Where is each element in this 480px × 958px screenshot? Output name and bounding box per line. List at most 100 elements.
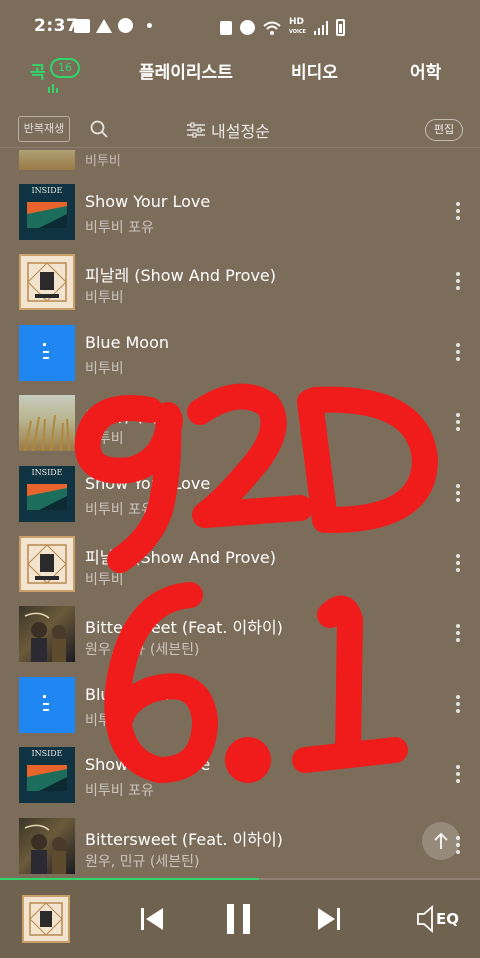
song-title: Show Your Love — [85, 192, 211, 211]
song-title: Blue Moon — [85, 332, 170, 352]
list-toolbar: 반복재생 내설정순 편집 — [0, 110, 480, 148]
song-artist: 비투비 — [85, 712, 124, 729]
edit-button[interactable]: 편집 — [425, 119, 463, 141]
gallery-icon — [74, 18, 90, 33]
signal-icon — [313, 20, 328, 35]
song-artist: 원우, 민규 (세븐틴) — [85, 853, 200, 870]
song-count-badge: 16 — [50, 58, 80, 78]
alarm-icon — [118, 18, 133, 33]
battery-icon — [335, 19, 345, 36]
sort-sliders-icon — [187, 122, 205, 138]
song-artist: 비투비 포유 — [85, 220, 154, 236]
speaker-icon — [417, 905, 433, 933]
mini-player: EQ — [0, 880, 480, 958]
song-artist: 비투비 — [85, 290, 124, 307]
eq-label: EQ — [436, 910, 459, 928]
album-finale-icon — [27, 262, 67, 303]
song-artist: 비투비 — [85, 154, 121, 169]
album-finale-icon — [27, 544, 67, 584]
album-finale-icon — [29, 902, 63, 936]
more-options-button[interactable] — [451, 694, 465, 717]
album-wheat-art — [19, 150, 75, 170]
song-title: Bittersweet (Feat. 이하이) — [85, 829, 283, 849]
tab-language[interactable]: 어학 — [410, 58, 441, 83]
album-blue-moon-icon — [43, 342, 49, 359]
album-inside-icon — [27, 202, 67, 228]
list-item[interactable]: 피날레 (Show And Prove) 비투비 — [0, 536, 480, 606]
song-title: 피날레 (Show And Prove) — [85, 266, 277, 286]
pause-button[interactable] — [224, 904, 254, 934]
album-blue-moon-art — [19, 676, 75, 733]
song-artist: 비투비 — [85, 572, 124, 588]
list-item[interactable]: Blue Moon 비투비 — [0, 676, 480, 747]
repeat-button[interactable]: 반복재생 — [18, 116, 70, 142]
album-finale-art — [19, 536, 75, 592]
sort-label: 내설정순 — [211, 122, 270, 141]
song-artist: 비투비 포유 — [85, 501, 154, 518]
alarm-clock-icon — [240, 20, 255, 35]
song-title: 그리워하다 — [85, 407, 159, 427]
hd-voice-badge: HD VOICE — [289, 17, 306, 36]
tab-playlists[interactable]: 플레이리스트 — [139, 58, 233, 83]
song-title: 피날레 (Show And Prove) — [85, 548, 277, 567]
lock-icon — [220, 20, 232, 35]
warning-icon — [96, 18, 112, 33]
album-wheat-art — [19, 395, 75, 452]
more-options-button[interactable] — [451, 765, 465, 787]
album-bittersweet-icon — [24, 824, 66, 874]
more-options-button[interactable] — [451, 483, 465, 506]
album-inside-art: INSIDE — [19, 747, 75, 804]
album-wheat-icon — [24, 415, 70, 452]
album-blue-moon-art — [19, 324, 75, 381]
list-item[interactable]: Blue Moon 비투비 — [0, 324, 480, 395]
album-blue-moon-icon — [43, 694, 49, 711]
album-bittersweet-art — [19, 817, 75, 874]
album-finale-art — [19, 254, 75, 311]
status-bar: 2:37 HD VOICE — [0, 0, 480, 48]
more-options-button[interactable] — [451, 202, 465, 224]
tab-videos[interactable]: 비디오 — [291, 58, 338, 83]
album-inside-icon — [27, 483, 67, 510]
album-bittersweet-art — [19, 606, 75, 663]
album-inside-art: INSIDE — [19, 465, 75, 522]
song-title: Bittersweet (Feat. 이하이) — [85, 618, 283, 638]
sort-button[interactable]: 내설정순 — [187, 118, 270, 142]
wifi-icon — [263, 21, 281, 35]
list-item[interactable]: Bittersweet (Feat. 이하이) 원우, 민규 (세븐틴) — [0, 817, 480, 878]
song-artist: 원우, 민규 (세븐틴) — [85, 642, 200, 659]
list-item[interactable]: INSIDE Show Your Love 비투비 포유 — [0, 184, 480, 254]
notification-dot-icon — [147, 23, 152, 28]
previous-button[interactable] — [137, 904, 167, 934]
arrow-up-icon — [434, 832, 448, 849]
song-title: Show Your Love — [85, 473, 211, 493]
next-button[interactable] — [314, 904, 344, 934]
more-options-button[interactable] — [451, 342, 465, 365]
more-options-button[interactable] — [451, 554, 465, 576]
search-icon[interactable] — [90, 120, 108, 138]
song-title: Blue Moon — [85, 684, 170, 704]
status-time: 2:37 — [34, 16, 79, 36]
list-item[interactable]: 피날레 (Show And Prove) 비투비 — [0, 254, 480, 324]
equalizer-button[interactable]: EQ — [416, 904, 460, 934]
list-item[interactable]: INSIDE Show Your Love 비투비 포유 — [0, 747, 480, 817]
more-options-button[interactable] — [451, 624, 465, 646]
song-artist: 비투비 — [85, 360, 124, 377]
list-item[interactable]: Bittersweet (Feat. 이하이) 원우, 민규 (세븐틴) — [0, 606, 480, 676]
now-playing-album-art[interactable] — [22, 895, 70, 943]
song-list: 비투비 INSIDE Show Your Love 비투비 포유 피날레 (Show … — [0, 150, 480, 878]
more-options-button[interactable] — [451, 413, 465, 435]
more-options-button[interactable] — [451, 272, 465, 294]
tab-bar: 곡 16 플레이리스트 비디오 어학 — [0, 52, 480, 93]
album-bittersweet-icon — [24, 613, 66, 663]
list-item[interactable]: 비투비 — [0, 150, 480, 170]
tab-songs[interactable]: 곡 — [30, 58, 46, 83]
song-artist: 비투비 — [85, 431, 124, 448]
song-title: Show Your Love — [85, 755, 211, 775]
album-inside-art: INSIDE — [19, 184, 75, 240]
song-artist: 비투비 포유 — [85, 783, 154, 800]
list-item[interactable]: 그리워하다비투비 — [0, 395, 480, 465]
scroll-to-top-button[interactable] — [422, 822, 460, 860]
now-playing-bars-icon — [48, 84, 58, 93]
album-inside-icon — [27, 765, 67, 792]
list-item[interactable]: INSIDE Show Your Love 비투비 포유 — [0, 465, 480, 536]
